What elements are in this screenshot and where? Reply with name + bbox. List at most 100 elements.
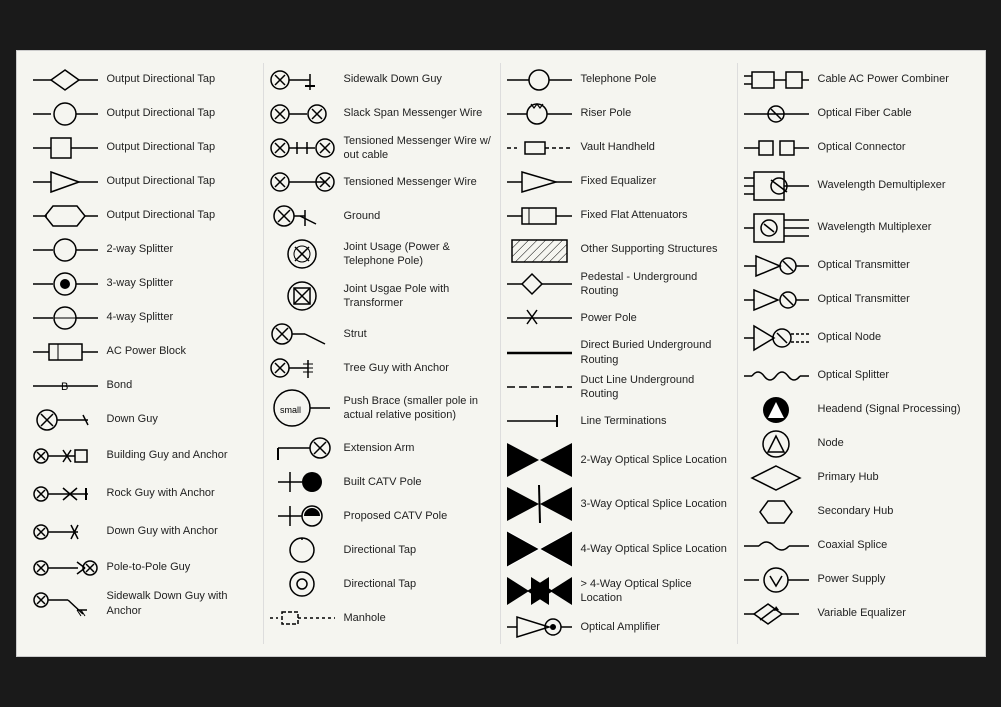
down-guy-anchor: Down Guy with Anchor <box>31 513 259 551</box>
slack-span: Slack Span Messenger Wire <box>268 97 496 131</box>
symbol-pole-pole <box>31 554 101 582</box>
vault-handheld: Vault Handheld <box>505 131 733 165</box>
symbol-directional-tap2 <box>268 570 338 598</box>
output-tap-square: Output Directional Tap <box>31 131 259 165</box>
column-2: Sidewalk Down Guy Slack Span Messenger W… <box>264 63 501 645</box>
secondary-hub: Secondary Hub <box>742 495 971 529</box>
flat-attenuator: Fixed Flat Attenuators <box>505 199 733 233</box>
symbol-tensioned-wo <box>268 134 338 162</box>
label-node: Node <box>818 436 844 450</box>
label-splitter-4: 4-way Splitter <box>107 310 174 324</box>
fixed-equalizer: Fixed Equalizer <box>505 165 733 199</box>
label-telephone-pole: Telephone Pole <box>581 72 657 86</box>
splitter-2way: 2-way Splitter <box>31 233 259 267</box>
variable-eq: Variable Equalizer <box>742 597 971 631</box>
symbol-ac-power <box>31 338 101 366</box>
symbol-splitter-3 <box>31 270 101 298</box>
ground: Ground <box>268 199 496 233</box>
legend-container: Output Directional Tap Output Directiona… <box>16 50 986 658</box>
output-tap-diamond: Output Directional Tap <box>31 63 259 97</box>
label-manhole: Manhole <box>344 611 386 625</box>
splice-4way: 4-Way Optical Splice Location <box>505 526 733 572</box>
label-direct-buried: Direct Buried Underground Routing <box>581 338 733 367</box>
symbol-optical-splitter <box>742 362 812 390</box>
symbol-built-catv <box>268 468 338 496</box>
symbol-down-guy-anchor <box>31 516 101 548</box>
duct-line: Duct Line Underground Routing <box>505 370 733 405</box>
label-output-tap-square: Output Directional Tap <box>107 140 216 154</box>
headend: Headend (Signal Processing) <box>742 393 971 427</box>
power-supply: Power Supply <box>742 563 971 597</box>
symbol-variable-eq <box>742 600 812 628</box>
splitter-3way: 3-way Splitter <box>31 267 259 301</box>
rock-guy-anchor: Rock Guy with Anchor <box>31 475 259 513</box>
extension-arm: Extension Arm <box>268 431 496 465</box>
power-pole: Power Pole <box>505 301 733 335</box>
symbol-cable-ac <box>742 66 812 94</box>
symbol-optical-fiber <box>742 100 812 128</box>
label-rock-guy: Rock Guy with Anchor <box>107 486 215 500</box>
strut: Strut <box>268 317 496 351</box>
symbol-splitter-2 <box>31 236 101 264</box>
symbol-manhole <box>268 604 338 632</box>
label-optical-conn: Optical Connector <box>818 140 906 154</box>
label-directional-tap1: Directional Tap <box>344 543 417 557</box>
joint-usage: Joint Usage (Power & Telephone Pole) <box>268 233 496 275</box>
label-optical-trans2: Optical Transmitter <box>818 292 910 306</box>
label-splice-2way: 2-Way Optical Splice Location <box>581 453 727 467</box>
wavelength-demux: Wavelength Demultiplexer <box>742 165 971 207</box>
label-extension-arm: Extension Arm <box>344 441 415 455</box>
symbol-coaxial-splice <box>742 532 812 560</box>
label-duct-line: Duct Line Underground Routing <box>581 373 733 402</box>
label-flat-attenuator: Fixed Flat Attenuators <box>581 208 688 222</box>
pedestal: Pedestal - Underground Routing <box>505 267 733 302</box>
symbol-sidewalk-guy <box>31 588 101 620</box>
symbol-sidewalk-down-guy2 <box>268 66 338 94</box>
symbol-node <box>742 430 812 458</box>
symbol-splice-4way <box>505 529 575 569</box>
output-tap-circle: Output Directional Tap <box>31 97 259 131</box>
output-tap-hex: Output Directional Tap <box>31 199 259 233</box>
label-wavelength-mux: Wavelength Multiplexer <box>818 220 932 234</box>
sidewalk-down-guy-anchor: Sidewalk Down Guy with Anchor <box>31 585 259 623</box>
label-push-brace: Push Brace (smaller pole in actual relat… <box>344 394 496 423</box>
symbol-duct-line <box>505 373 575 401</box>
symbol-power-pole <box>505 304 575 332</box>
label-sidewalk-down-guy2: Sidewalk Down Guy <box>344 72 442 86</box>
optical-splitter: Optical Splitter <box>742 359 971 393</box>
label-other-supporting: Other Supporting Structures <box>581 242 718 256</box>
symbol-triangle <box>31 168 101 196</box>
label-vault-handheld: Vault Handheld <box>581 140 655 154</box>
label-pedestal: Pedestal - Underground Routing <box>581 270 733 299</box>
symbol-flat-attenuator <box>505 202 575 230</box>
symbol-secondary-hub <box>742 498 812 526</box>
symbol-riser-pole <box>505 100 575 128</box>
label-splitter-2: 2-way Splitter <box>107 242 174 256</box>
symbol-splice-4plus <box>505 575 575 607</box>
symbol-down-guy <box>31 406 101 434</box>
label-tree-guy: Tree Guy with Anchor <box>344 361 449 375</box>
label-sidewalk-guy: Sidewalk Down Guy with Anchor <box>107 589 259 618</box>
symbol-strut <box>268 320 338 348</box>
label-optical-node: Optical Node <box>818 330 882 344</box>
symbol-splice-2way <box>505 441 575 479</box>
wavelength-mux: Wavelength Multiplexer <box>742 207 971 249</box>
label-directional-tap2: Directional Tap <box>344 577 417 591</box>
tensioned-w: Tensioned Messenger Wire <box>268 165 496 199</box>
label-splice-4way: 4-Way Optical Splice Location <box>581 542 727 556</box>
building-guy-anchor: Building Guy and Anchor <box>31 437 259 475</box>
symbol-diamond <box>31 66 101 94</box>
label-proposed-catv: Proposed CATV Pole <box>344 509 448 523</box>
optical-node: Optical Node <box>742 317 971 359</box>
telephone-pole: Telephone Pole <box>505 63 733 97</box>
label-ac-power: AC Power Block <box>107 344 186 358</box>
symbol-push-brace: small <box>268 388 338 428</box>
label-output-tap-triangle: Output Directional Tap <box>107 174 216 188</box>
column-1: Output Directional Tap Output Directiona… <box>27 63 264 645</box>
symbol-circle <box>31 100 101 128</box>
symbol-bond: B <box>31 372 101 400</box>
label-wavelength-demux: Wavelength Demultiplexer <box>818 178 946 192</box>
bond: B Bond <box>31 369 259 403</box>
proposed-catv: Proposed CATV Pole <box>268 499 496 533</box>
down-guy: Down Guy <box>31 403 259 437</box>
